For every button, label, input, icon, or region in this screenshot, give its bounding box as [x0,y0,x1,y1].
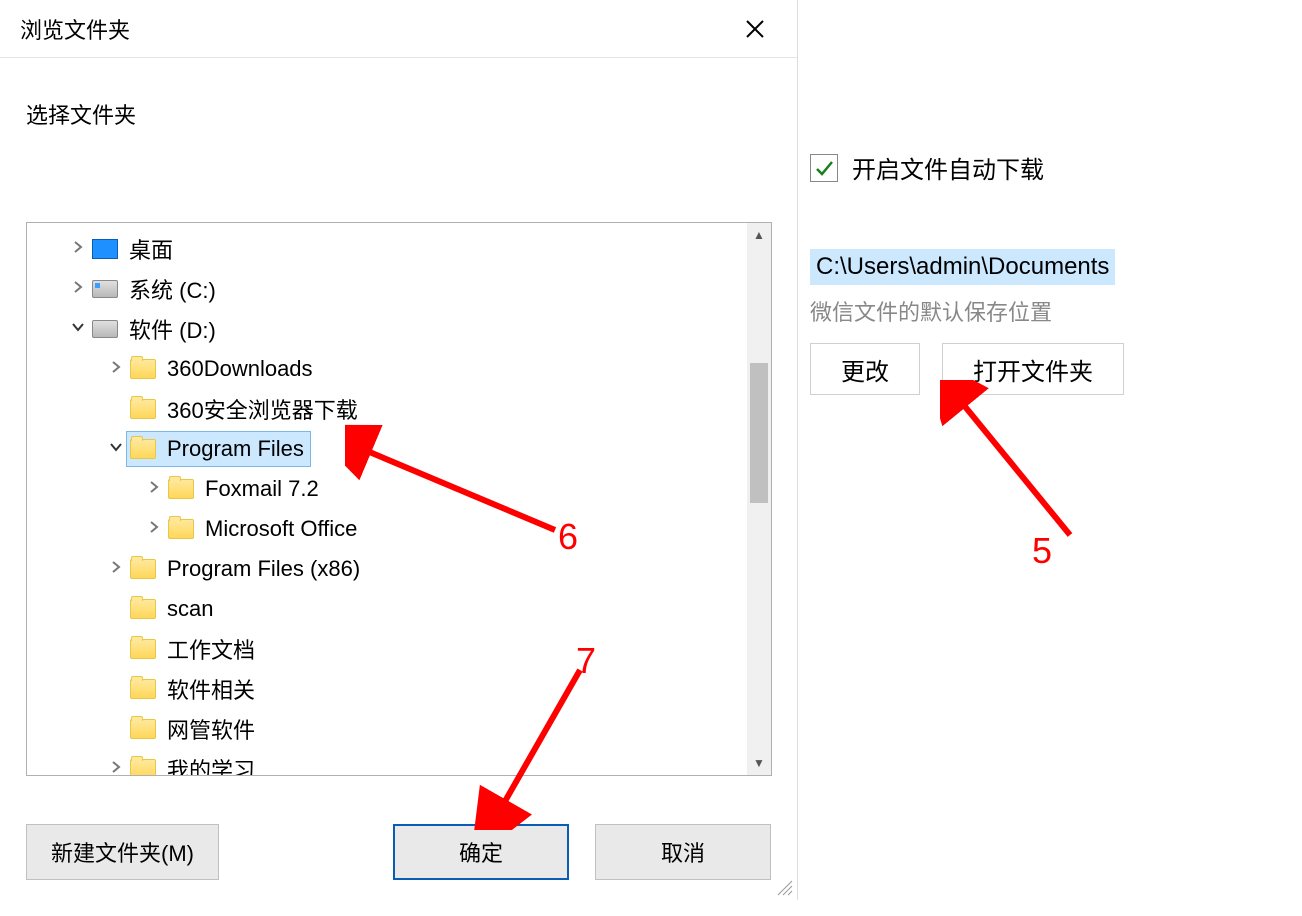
settings-buttons: 更改 打开文件夹 [810,343,1290,395]
folder-icon [167,517,195,541]
chevron-right-icon[interactable] [105,760,127,777]
new-folder-button[interactable]: 新建文件夹(M) [26,824,219,880]
dialog-subtitle: 选择文件夹 [0,58,797,130]
scroll-up-icon[interactable]: ▲ [747,223,771,247]
chevron-right-icon[interactable] [105,560,127,579]
chevron-right-icon[interactable] [143,520,165,539]
drive-icon [91,277,119,301]
chevron-down-icon[interactable] [67,320,89,339]
auto-download-label: 开启文件自动下载 [852,150,1044,185]
chevron-right-icon[interactable] [67,280,89,299]
drive-icon [91,317,119,341]
tree-item-label: 我的学习 [167,753,255,776]
auto-download-checkbox[interactable] [810,154,838,182]
tree-item-label: 软件相关 [167,673,255,705]
tree-item[interactable]: Microsoft Office [27,509,747,549]
resize-grip-icon[interactable] [777,880,793,896]
tree-item-label: Program Files (x86) [167,556,360,582]
tree-item[interactable]: 工作文档 [27,629,747,669]
folder-icon [129,757,157,776]
tree-item[interactable]: 系统 (C:) [27,269,747,309]
tree-item[interactable]: scan [27,589,747,629]
change-button[interactable]: 更改 [810,343,920,395]
check-icon [814,158,834,178]
tree-item-label: scan [167,596,213,622]
folder-icon [129,357,157,381]
annotation-number-5: 5 [1032,530,1052,572]
folder-icon [129,397,157,421]
tree-item[interactable]: 软件相关 [27,669,747,709]
titlebar: 浏览文件夹 [0,0,797,58]
tree-item-label: 网管软件 [167,713,255,745]
tree-item-label: Foxmail 7.2 [205,476,319,502]
settings-panel: 开启文件自动下载 C:\Users\admin\Documents 微信文件的默… [810,150,1290,395]
chevron-down-icon[interactable] [105,440,127,459]
tree-item[interactable]: 软件 (D:) [27,309,747,349]
tree-item-label: 360安全浏览器下载 [167,393,358,425]
dialog-buttons: 新建文件夹(M) 确定 取消 [26,824,771,880]
folder-tree: 桌面系统 (C:) 软件 (D:) 360Downloads 360安全浏览器下载 Pr… [26,222,772,776]
folder-icon [129,557,157,581]
tree-item[interactable]: Program Files (x86) [27,549,747,589]
auto-download-row: 开启文件自动下载 [810,150,1290,185]
scroll-thumb[interactable] [750,363,768,503]
tree-item[interactable]: 我的学习 [27,749,747,776]
folder-icon [167,477,195,501]
tree-item-label: 360Downloads [167,356,313,382]
close-icon [745,19,765,39]
open-folder-button[interactable]: 打开文件夹 [942,343,1124,395]
folder-icon [129,677,157,701]
save-path-desc: 微信文件的默认保存位置 [810,295,1290,327]
tree-item-label: Microsoft Office [205,516,357,542]
dialog-title: 浏览文件夹 [20,13,130,45]
desktop-icon [91,237,119,261]
cancel-button[interactable]: 取消 [595,824,771,880]
folder-icon [129,437,157,461]
tree-item[interactable]: Foxmail 7.2 [27,469,747,509]
folder-icon [129,597,157,621]
folder-icon [129,637,157,661]
folder-icon [129,717,157,741]
chevron-right-icon[interactable] [143,480,165,499]
annotation-arrow-5 [940,380,1100,550]
tree-item[interactable]: 桌面 [27,229,747,269]
scroll-down-icon[interactable]: ▼ [747,751,771,775]
tree-item-label: 系统 (C:) [129,273,216,305]
browse-folder-dialog: 浏览文件夹 选择文件夹 桌面系统 (C:) 软件 (D:) 360Downloads… [0,0,798,900]
ok-button[interactable]: 确定 [393,824,569,880]
tree-item[interactable]: 360Downloads [27,349,747,389]
tree-item[interactable]: 网管软件 [27,709,747,749]
tree-item[interactable]: Program Files [27,429,747,469]
tree-item-label: 桌面 [129,233,173,265]
tree-item-label: Program Files [167,436,304,462]
chevron-right-icon[interactable] [105,360,127,379]
close-button[interactable] [733,7,777,51]
tree-scrollbar[interactable]: ▲ ▼ [747,223,771,775]
chevron-right-icon[interactable] [67,240,89,259]
tree-item-label: 工作文档 [167,633,255,665]
tree-list: 桌面系统 (C:) 软件 (D:) 360Downloads 360安全浏览器下载 Pr… [27,223,747,776]
tree-item-label: 软件 (D:) [129,313,216,345]
save-path[interactable]: C:\Users\admin\Documents [810,249,1115,285]
tree-item[interactable]: 360安全浏览器下载 [27,389,747,429]
